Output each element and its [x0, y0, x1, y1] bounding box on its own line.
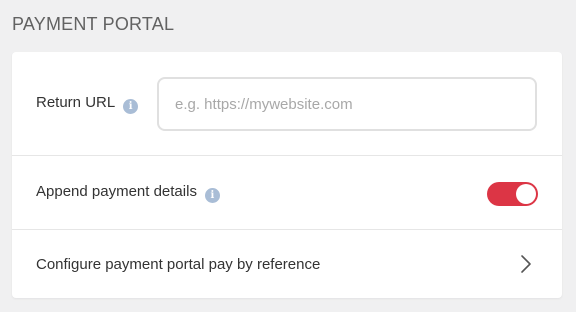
return-url-label: Return URL: [36, 93, 116, 111]
return-url-label-group: Return URL i: [36, 93, 139, 114]
info-icon[interactable]: i: [123, 98, 139, 114]
append-details-label-group: Append payment details i: [36, 183, 220, 203]
configure-pay-by-reference-row[interactable]: Configure payment portal pay by referenc…: [12, 230, 562, 298]
append-details-label: Append payment details: [36, 182, 197, 200]
configure-label: Configure payment portal pay by referenc…: [36, 255, 321, 273]
return-url-row: Return URL i: [12, 52, 562, 156]
return-url-input[interactable]: [157, 77, 537, 131]
payment-portal-card: Return URL i Append payment details i Conf…: [12, 52, 562, 298]
toggle-knob: [516, 184, 536, 204]
info-icon[interactable]: i: [204, 187, 220, 203]
chevron-right-icon: [521, 255, 531, 273]
append-payment-details-row: Append payment details i: [12, 156, 562, 230]
section-title: PAYMENT PORTAL: [12, 14, 175, 34]
append-details-toggle[interactable]: [487, 182, 538, 206]
